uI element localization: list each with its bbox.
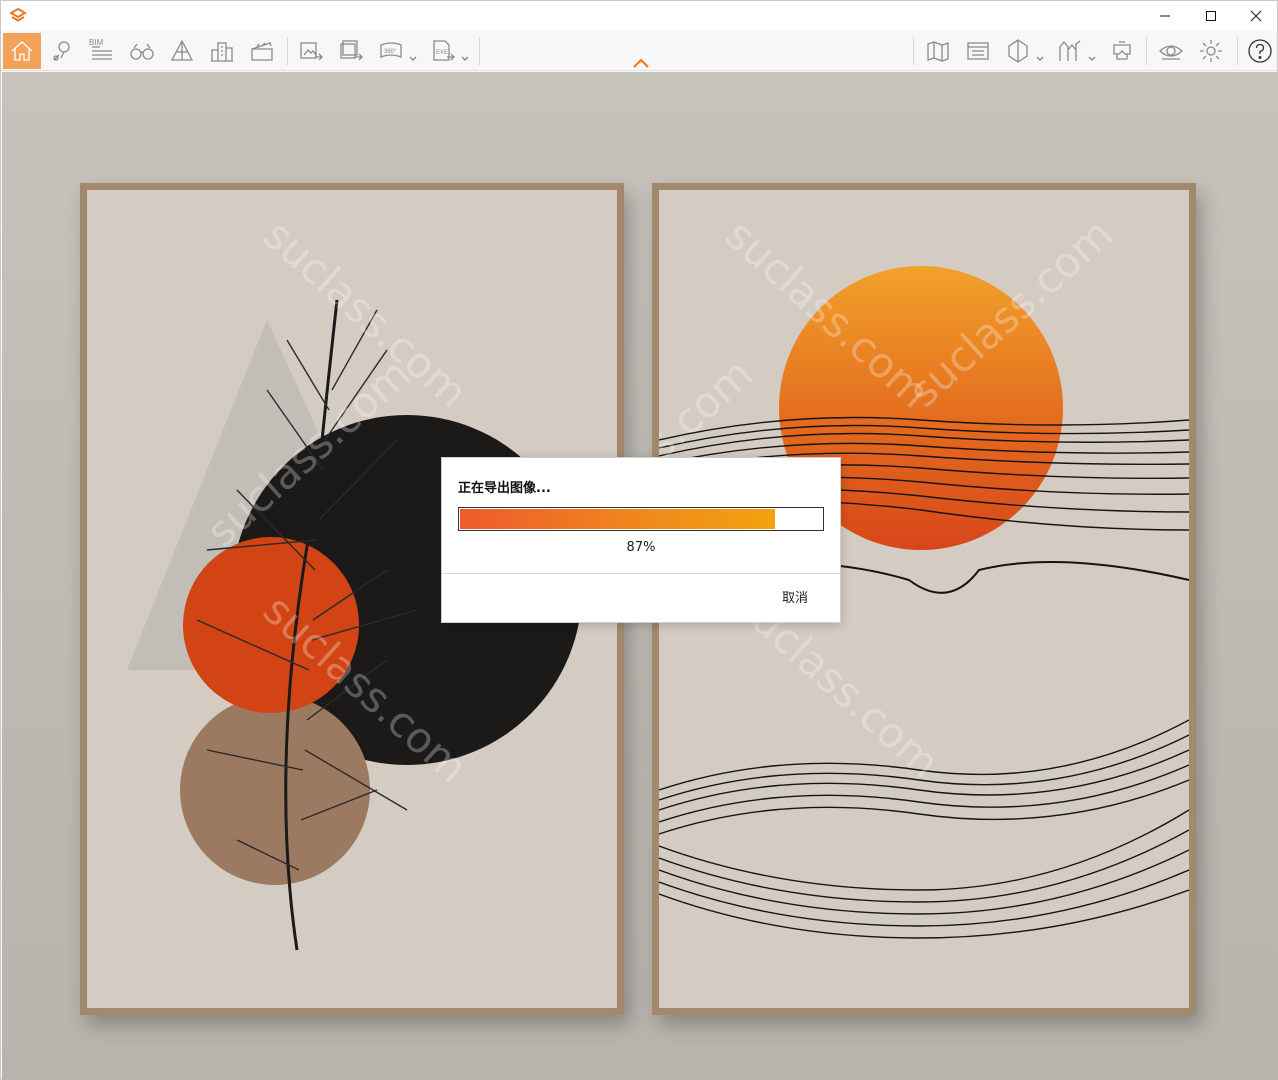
chevron-down-icon[interactable] <box>461 48 469 61</box>
collapse-toolbar-icon[interactable] <box>631 57 651 69</box>
toolbar-separator <box>913 37 914 65</box>
export-progress-bar <box>458 507 824 531</box>
export-360-button[interactable]: 360° <box>372 33 417 69</box>
panel-icon <box>967 42 989 60</box>
dialog-title: 正在导出图像... <box>458 481 551 496</box>
svg-text:360°: 360° <box>384 49 397 55</box>
export-batch-icon <box>340 40 363 61</box>
bim-label: BIM <box>89 38 104 47</box>
location-button[interactable] <box>43 33 81 69</box>
export-image-button[interactable] <box>292 33 330 69</box>
section-cube-icon <box>1008 39 1028 63</box>
elevation-button[interactable] <box>1051 33 1096 69</box>
toolbar-separator <box>479 37 480 65</box>
maximize-button[interactable] <box>1188 1 1234 31</box>
gear-icon <box>1200 40 1222 62</box>
binoculars-icon <box>130 43 154 60</box>
view-button[interactable] <box>1152 33 1190 69</box>
home-icon <box>11 41 33 61</box>
chevron-down-icon[interactable] <box>1036 48 1044 61</box>
map-pin-icon <box>53 41 70 61</box>
export-360-icon: 360° <box>380 42 402 58</box>
vr-headset-icon <box>1113 41 1131 60</box>
minimize-icon <box>1160 15 1170 17</box>
help-button[interactable] <box>1241 33 1278 69</box>
map-button[interactable] <box>919 33 957 69</box>
folded-map-icon <box>927 41 949 62</box>
export-exe-icon: EXE <box>433 40 455 61</box>
maximize-icon <box>1206 11 1216 21</box>
vr-button[interactable] <box>1103 33 1141 69</box>
svg-text:EXE: EXE <box>436 50 448 56</box>
chevron-down-icon[interactable] <box>1088 48 1096 61</box>
section-button[interactable] <box>999 33 1044 69</box>
cancel-button[interactable]: 取消 <box>768 588 822 610</box>
export-exe-button[interactable]: EXE <box>424 33 469 69</box>
app-logo-icon <box>9 7 27 22</box>
binoculars-button[interactable] <box>123 33 161 69</box>
settings-button[interactable] <box>1192 33 1230 69</box>
close-icon <box>1250 10 1262 22</box>
export-progress-dialog: 正在导出图像... 87% 取消 <box>441 457 841 623</box>
toolbar-separator <box>287 37 288 65</box>
elevation-icon <box>1059 40 1081 61</box>
dialog-divider <box>442 573 840 574</box>
progress-percent-text: 87% <box>626 540 656 555</box>
app-window: 360° EXE BIM suclass.com suclass.com suc… <box>0 0 1278 1080</box>
buildings-button[interactable] <box>203 33 241 69</box>
panel-button[interactable] <box>959 33 997 69</box>
minimize-button[interactable] <box>1142 1 1188 31</box>
toolbar-separator <box>1146 37 1147 65</box>
progress-fill <box>460 509 775 529</box>
export-batch-button[interactable] <box>332 33 370 69</box>
help-icon <box>1248 39 1272 63</box>
eye-icon <box>1159 45 1183 60</box>
chevron-down-icon[interactable] <box>409 48 417 61</box>
title-bar <box>1 1 1277 31</box>
close-button[interactable] <box>1233 1 1278 31</box>
toolbar-separator <box>1237 37 1238 65</box>
clapperboard-icon <box>251 42 273 61</box>
home-button[interactable] <box>3 33 41 69</box>
buildings-icon <box>211 42 233 62</box>
animation-button[interactable] <box>243 33 281 69</box>
export-image-icon <box>300 42 323 61</box>
landmark-button[interactable] <box>163 33 201 69</box>
triangle-landmark-icon <box>170 39 194 61</box>
